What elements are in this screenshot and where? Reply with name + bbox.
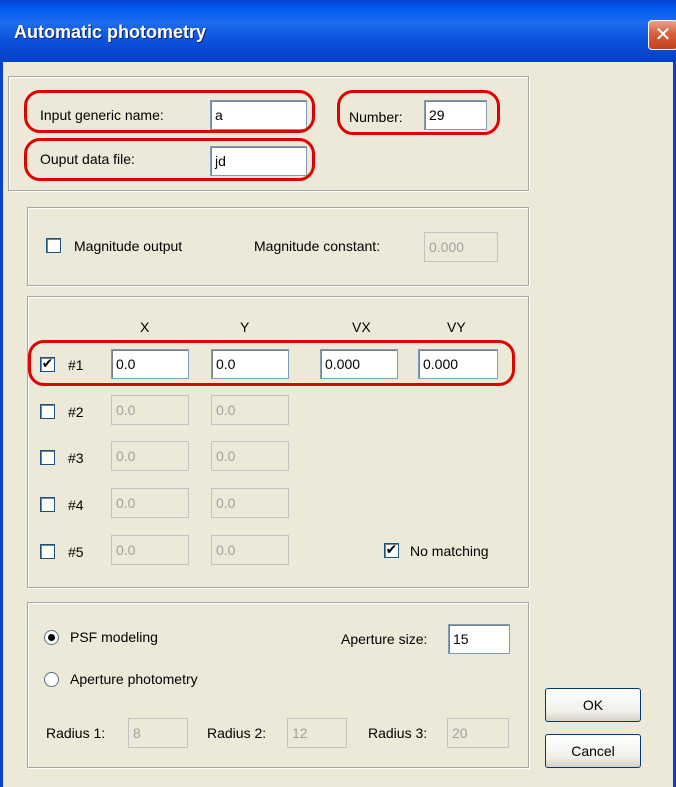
star-1-y-input[interactable]: 0.0 — [211, 349, 289, 379]
star-2-y-input[interactable]: 0.0 — [211, 395, 289, 425]
star-5-y-input[interactable]: 0.0 — [211, 535, 289, 565]
close-icon[interactable]: ✕ — [648, 20, 676, 50]
star-5-checkbox[interactable] — [40, 544, 55, 559]
star-3-y-input[interactable]: 0.0 — [211, 441, 289, 471]
star-4-label: #4 — [68, 497, 84, 513]
output-file-input[interactable]: jd — [210, 146, 307, 176]
psf-label: PSF modeling — [70, 629, 158, 645]
generic-name-input[interactable]: a — [210, 100, 307, 130]
generic-name-label: Input generic name: — [40, 107, 164, 123]
cancel-button[interactable]: Cancel — [545, 734, 641, 768]
no-matching-checkbox[interactable]: ✔ — [384, 543, 399, 558]
star-2-checkbox[interactable] — [40, 404, 55, 419]
radius3-input[interactable]: 20 — [447, 718, 509, 748]
star-2-x-input[interactable]: 0.0 — [111, 395, 189, 425]
number-input[interactable]: 29 — [424, 100, 487, 130]
window-title: Automatic photometry — [14, 22, 207, 42]
output-file-label: Ouput data file: — [40, 151, 135, 167]
header-x: X — [140, 319, 150, 335]
star-5-label: #5 — [68, 544, 84, 560]
number-label: Number: — [349, 109, 403, 125]
star-1-label: #1 — [68, 357, 84, 373]
radius3-label: Radius 3: — [368, 725, 428, 741]
star-4-y-input[interactable]: 0.0 — [211, 488, 289, 518]
magnitude-output-checkbox[interactable] — [46, 238, 61, 253]
magnitude-constant-label: Magnitude constant: — [254, 238, 381, 254]
aperture-size-input[interactable]: 15 — [448, 624, 510, 654]
aperture-size-label: Aperture size: — [341, 631, 428, 647]
star-3-checkbox[interactable] — [40, 450, 55, 465]
star-4-checkbox[interactable] — [40, 497, 55, 512]
header-vy: VY — [447, 319, 466, 335]
star-1-x-input[interactable]: 0.0 — [111, 349, 189, 379]
no-matching-label: No matching — [410, 543, 489, 559]
psf-radio[interactable] — [44, 630, 59, 645]
star-1-vy-input[interactable]: 0.000 — [418, 349, 498, 379]
ok-button[interactable]: OK — [545, 688, 641, 722]
star-4-x-input[interactable]: 0.0 — [111, 488, 189, 518]
title-bar[interactable]: Automatic photometry ✕ — [0, 0, 676, 62]
star-1-vx-input[interactable]: 0.000 — [320, 349, 398, 379]
radius1-label: Radius 1: — [46, 725, 106, 741]
radius1-input[interactable]: 8 — [128, 718, 188, 748]
star-1-checkbox[interactable]: ✔ — [40, 357, 55, 372]
aperture-photometry-label: Aperture photometry — [70, 671, 198, 687]
radius2-label: Radius 2: — [207, 725, 267, 741]
star-5-x-input[interactable]: 0.0 — [111, 535, 189, 565]
star-2-label: #2 — [68, 404, 84, 420]
header-y: Y — [240, 319, 250, 335]
star-3-label: #3 — [68, 450, 84, 466]
magnitude-output-label: Magnitude output — [74, 238, 183, 254]
magnitude-constant-input[interactable]: 0.000 — [424, 232, 498, 262]
star-3-x-input[interactable]: 0.0 — [111, 441, 189, 471]
aperture-photometry-radio[interactable] — [44, 672, 59, 687]
radius2-input[interactable]: 12 — [287, 718, 347, 748]
header-vx: VX — [352, 319, 371, 335]
